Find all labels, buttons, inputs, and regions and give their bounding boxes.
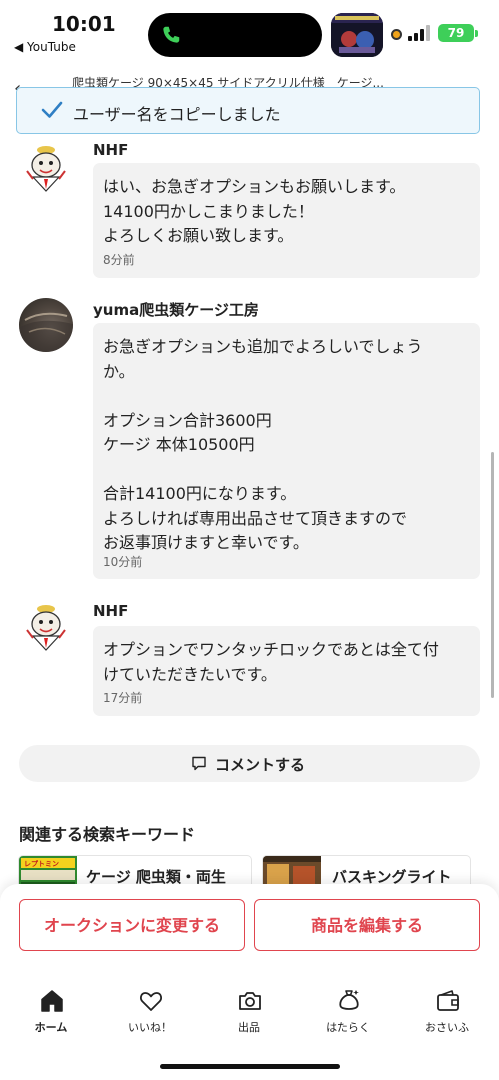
comment-text: はい、お急ぎオプションもお願いします。 14100円かしこまりました！ よろしく…: [103, 177, 406, 245]
copied-toast: ユーザー名をコピーしました: [16, 87, 480, 134]
nav-label: 出品: [238, 1021, 260, 1034]
scrollbar[interactable]: [491, 452, 494, 698]
related-keywords-heading: 関連する検索キーワード: [19, 825, 196, 844]
change-to-auction-button[interactable]: オークションに変更する: [19, 899, 245, 951]
comment-username[interactable]: yuma爬虫類ケージ工房: [93, 299, 259, 320]
recording-indicator-icon: [391, 29, 402, 40]
status-bar: 10:01 ◀ YouTube 79: [0, 0, 499, 62]
toast-message: ユーザー名をコピーしました: [73, 105, 281, 124]
mascot-avatar-icon: [19, 600, 73, 654]
signal-icon: [408, 25, 430, 41]
home-indicator[interactable]: [160, 1064, 340, 1069]
mascot-avatar-icon: [19, 141, 73, 195]
home-icon: [41, 990, 63, 1012]
nav-home[interactable]: ホーム: [11, 988, 91, 1038]
comment-bubble: オプションでワンタッチロックであとは全て付 けていただきたいです。 17分前: [93, 626, 480, 716]
money-bag-icon: [339, 990, 359, 1010]
video-thumbnail-icon: [331, 13, 383, 57]
phone-call-icon: [163, 26, 180, 43]
avatar[interactable]: [19, 141, 73, 195]
dynamic-island[interactable]: [148, 13, 322, 57]
nav-likes[interactable]: いいね！: [110, 988, 190, 1038]
nav-work[interactable]: はたらく: [308, 988, 388, 1038]
nav-label: ホーム: [34, 1021, 68, 1034]
speech-bubble-icon: [192, 756, 206, 771]
comment-text: お急ぎオプションも追加でよろしいでしょう か。 オプション合計3600円 ケージ…: [103, 337, 423, 552]
photo-avatar-icon: [19, 312, 73, 352]
add-comment-label: コメントする: [215, 756, 306, 774]
comment-time: 8分前: [103, 253, 135, 267]
nav-sell[interactable]: 出品: [209, 988, 289, 1038]
now-playing-thumbnail[interactable]: [331, 13, 383, 57]
comment-bubble: はい、お急ぎオプションもお願いします。 14100円かしこまりました！ よろしく…: [93, 163, 480, 278]
heart-icon: [140, 992, 162, 1011]
seller-action-panel: オークションに変更する 商品を編集する: [0, 884, 499, 1080]
avatar[interactable]: [19, 600, 73, 654]
battery-indicator: 79: [438, 24, 474, 42]
comment-username[interactable]: NHF: [93, 602, 128, 620]
wallet-icon: [437, 990, 459, 1011]
nav-label: はたらく: [326, 1021, 370, 1034]
comment-text: オプションでワンタッチロックであとは全て付 けていただきたいです。: [103, 640, 439, 684]
checkmark-icon: [41, 101, 63, 118]
comment-username[interactable]: NHF: [93, 141, 128, 159]
status-time: 10:01: [52, 12, 116, 36]
edit-item-button[interactable]: 商品を編集する: [254, 899, 480, 951]
add-comment-button[interactable]: コメントする: [19, 745, 480, 782]
camera-icon: [239, 992, 261, 1010]
back-to-youtube-link[interactable]: ◀ YouTube: [14, 40, 76, 54]
comment-bubble: お急ぎオプションも追加でよろしいでしょう か。 オプション合計3600円 ケージ…: [93, 323, 480, 579]
nav-label: いいね！: [128, 1021, 172, 1034]
nav-wallet[interactable]: おさいふ: [407, 988, 487, 1038]
comment-time: 10分前: [103, 555, 143, 569]
avatar[interactable]: [19, 298, 73, 352]
svg-text:レプトミン: レプトミン: [24, 859, 59, 868]
nav-label: おさいふ: [425, 1021, 469, 1034]
battery-tip: [475, 30, 478, 37]
comment-time: 17分前: [103, 691, 143, 705]
